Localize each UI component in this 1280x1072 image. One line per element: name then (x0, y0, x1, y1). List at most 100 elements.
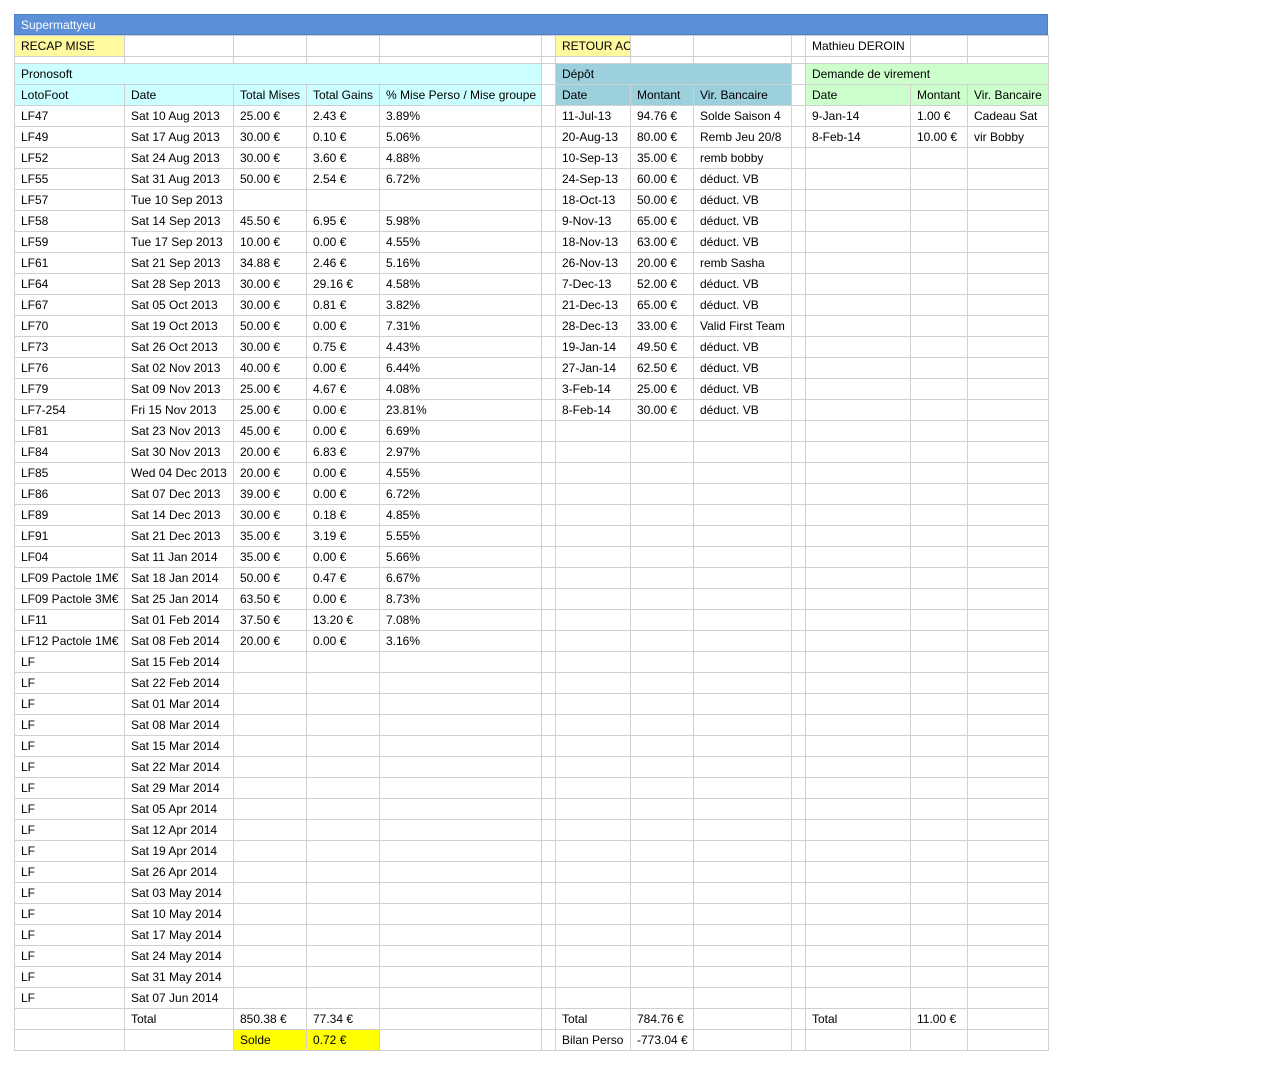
pronosoft-section-header[interactable]: Pronosoft (14, 63, 542, 85)
depot-cell[interactable]: 21-Dec-13 (555, 294, 631, 316)
virement-cell[interactable] (967, 987, 1049, 1009)
virement-cell[interactable] (910, 777, 968, 799)
virement-cell[interactable] (967, 231, 1049, 253)
pronosoft-cell[interactable] (379, 903, 542, 925)
cell[interactable] (14, 1029, 125, 1051)
pronosoft-cell[interactable]: LF12 Pactole 1M€ (14, 630, 125, 652)
depot-cell[interactable] (630, 504, 694, 526)
depot-cell[interactable]: déduct. VB (693, 336, 792, 358)
pronosoft-cell[interactable]: 6.69% (379, 420, 542, 442)
virement-cell[interactable] (910, 420, 968, 442)
pronosoft-cell[interactable] (233, 861, 307, 883)
virement-cell[interactable] (910, 336, 968, 358)
depot-cell[interactable] (630, 483, 694, 505)
pronosoft-cell[interactable]: LF49 (14, 126, 125, 148)
depot-cell[interactable]: 25.00 € (630, 378, 694, 400)
pronosoft-cell[interactable] (233, 966, 307, 988)
pronosoft-cell[interactable]: 0.00 € (306, 483, 380, 505)
depot-cell[interactable] (630, 714, 694, 736)
depot-cell[interactable]: déduct. VB (693, 378, 792, 400)
depot-cell[interactable] (693, 903, 792, 925)
pronosoft-cell[interactable]: LF86 (14, 483, 125, 505)
depot-cell[interactable] (555, 672, 631, 694)
pronosoft-cell[interactable] (379, 735, 542, 757)
pronosoft-cell[interactable] (379, 189, 542, 211)
pronosoft-cell[interactable] (306, 987, 380, 1009)
depot-cell[interactable]: 35.00 € (630, 147, 694, 169)
virement-cell[interactable] (805, 252, 911, 274)
depot-cell[interactable] (555, 840, 631, 862)
bilan-perso-label[interactable]: Bilan Perso (555, 1029, 631, 1051)
depot-cell[interactable]: 49.50 € (630, 336, 694, 358)
virement-cell[interactable] (805, 189, 911, 211)
depot-cell[interactable] (555, 504, 631, 526)
depot-cell[interactable] (555, 546, 631, 568)
pronosoft-cell[interactable]: Sat 01 Feb 2014 (124, 609, 234, 631)
depot-cell[interactable] (693, 840, 792, 862)
virement-cell[interactable] (910, 231, 968, 253)
solde-label[interactable]: Solde (233, 1029, 307, 1051)
pronosoft-cell[interactable]: LF73 (14, 336, 125, 358)
virement-cell[interactable] (805, 672, 911, 694)
retour-accueil-link[interactable]: RETOUR ACCUEIL (555, 35, 631, 57)
pronosoft-cell[interactable] (306, 189, 380, 211)
depot-cell[interactable]: 60.00 € (630, 168, 694, 190)
pronosoft-cell[interactable]: LF85 (14, 462, 125, 484)
pronosoft-cell[interactable]: 3.16% (379, 630, 542, 652)
virement-cell[interactable] (910, 504, 968, 526)
virement-cell[interactable] (967, 252, 1049, 274)
pronosoft-cell[interactable] (306, 756, 380, 778)
pronosoft-cell[interactable]: LF (14, 945, 125, 967)
virement-cell[interactable] (967, 294, 1049, 316)
virement-cell[interactable] (910, 588, 968, 610)
depot-cell[interactable] (693, 756, 792, 778)
virement-cell[interactable] (910, 378, 968, 400)
depot-cell[interactable] (555, 609, 631, 631)
depot-cell[interactable]: 8-Feb-14 (555, 399, 631, 421)
virement-cell[interactable] (967, 546, 1049, 568)
cell[interactable] (14, 1008, 125, 1030)
depot-cell[interactable]: déduct. VB (693, 189, 792, 211)
pronosoft-cell[interactable]: 25.00 € (233, 105, 307, 127)
virement-cell[interactable] (910, 735, 968, 757)
virement-cell[interactable] (805, 756, 911, 778)
pronosoft-cell[interactable]: 0.00 € (306, 630, 380, 652)
depot-cell[interactable] (630, 441, 694, 463)
pronosoft-cell[interactable]: 0.18 € (306, 504, 380, 526)
pronosoft-cell[interactable]: LF (14, 966, 125, 988)
pronosoft-cell[interactable]: 0.75 € (306, 336, 380, 358)
depot-cell[interactable]: 18-Nov-13 (555, 231, 631, 253)
virement-cell[interactable] (805, 441, 911, 463)
depot-cell[interactable] (693, 420, 792, 442)
depot-cell[interactable] (693, 609, 792, 631)
depot-cell[interactable]: 33.00 € (630, 315, 694, 337)
virement-cell[interactable] (967, 567, 1049, 589)
depot-cell[interactable] (693, 567, 792, 589)
depot-cell[interactable] (630, 966, 694, 988)
pronosoft-cell[interactable]: Sat 01 Mar 2014 (124, 693, 234, 715)
depot-cell[interactable] (693, 546, 792, 568)
pronosoft-cell[interactable] (306, 945, 380, 967)
depot-cell[interactable] (630, 882, 694, 904)
pronosoft-cell[interactable] (233, 945, 307, 967)
virement-total-value[interactable]: 11.00 € (910, 1008, 968, 1030)
depot-cell[interactable] (693, 882, 792, 904)
pronosoft-cell[interactable]: 0.47 € (306, 567, 380, 589)
virement-cell[interactable] (910, 945, 968, 967)
cell[interactable] (910, 1029, 968, 1051)
virement-cell[interactable] (910, 441, 968, 463)
pronosoft-cell[interactable]: 7.31% (379, 315, 542, 337)
virement-cell[interactable] (910, 882, 968, 904)
depot-cell[interactable]: 94.76 € (630, 105, 694, 127)
pronosoft-cell[interactable]: LF7-254 (14, 399, 125, 421)
depot-cell[interactable]: déduct. VB (693, 168, 792, 190)
pronosoft-cell[interactable]: Sat 08 Mar 2014 (124, 714, 234, 736)
pronosoft-cell[interactable]: Sat 07 Dec 2013 (124, 483, 234, 505)
depot-column-header[interactable]: Montant (630, 84, 694, 106)
depot-cell[interactable]: remb Sasha (693, 252, 792, 274)
pronosoft-cell[interactable] (233, 756, 307, 778)
pronosoft-cell[interactable]: LF (14, 798, 125, 820)
depot-cell[interactable] (693, 630, 792, 652)
virement-cell[interactable]: 9-Jan-14 (805, 105, 911, 127)
pronosoft-cell[interactable]: 34.88 € (233, 252, 307, 274)
